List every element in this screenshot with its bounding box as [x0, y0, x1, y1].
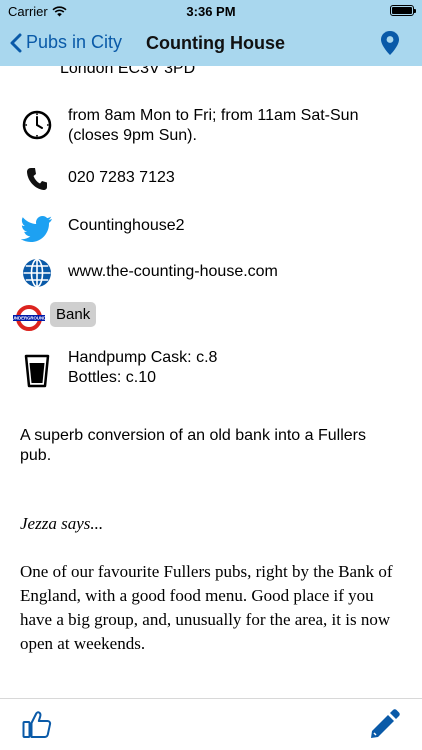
svg-text:UNDERGROUND: UNDERGROUND — [12, 316, 46, 321]
like-button[interactable] — [22, 709, 52, 744]
glass-icon — [20, 354, 54, 388]
back-button[interactable]: Pubs in City — [10, 32, 122, 53]
page-title: Counting House — [146, 33, 285, 53]
pencil-icon — [371, 709, 400, 738]
opening-hours: from 8am Mon to Fri; from 11am Sat-Sun (… — [68, 107, 359, 144]
twitter-handle[interactable]: Countinghouse2 — [68, 216, 185, 236]
battery-icon — [390, 5, 416, 16]
review-author: Jezza says... — [20, 514, 104, 533]
chevron-left-icon — [10, 33, 22, 52]
beer-info: Handpump Cask: c.8 Bottles: c.10 — [68, 348, 217, 388]
bottom-toolbar — [0, 698, 422, 750]
thumbs-up-icon — [22, 711, 52, 738]
station-badge[interactable]: Bank — [50, 302, 97, 327]
status-time: 3:36 PM — [186, 4, 236, 19]
map-pin-icon — [381, 31, 399, 55]
navigation-bar: Pubs in City Counting House — [0, 22, 422, 66]
clock-icon — [20, 108, 54, 142]
phone-number[interactable]: 020 7283 7123 — [68, 168, 175, 188]
phone-icon — [20, 162, 54, 196]
map-button[interactable] — [380, 30, 400, 61]
review-text: One of our favourite Fullers pubs, right… — [20, 562, 393, 653]
website-link[interactable]: www.the-counting-house.com — [68, 262, 278, 282]
address-line: London EC3V 3PD — [60, 66, 196, 77]
pub-description: A superb conversion of an old bank into … — [20, 427, 366, 464]
cask-count: Handpump Cask: c.8 — [68, 349, 218, 366]
bottles-count: Bottles: c.10 — [68, 369, 157, 386]
status-bar: Carrier 3:36 PM — [0, 0, 422, 22]
twitter-icon — [20, 212, 54, 246]
back-button-label: Pubs in City — [26, 32, 123, 52]
globe-icon — [20, 256, 54, 290]
underground-roundel-icon: UNDERGROUND — [12, 305, 46, 336]
edit-button[interactable] — [368, 709, 400, 746]
pub-detail-content[interactable]: London EC3V 3PD from 8am Mon to Fri; fro… — [0, 66, 422, 698]
